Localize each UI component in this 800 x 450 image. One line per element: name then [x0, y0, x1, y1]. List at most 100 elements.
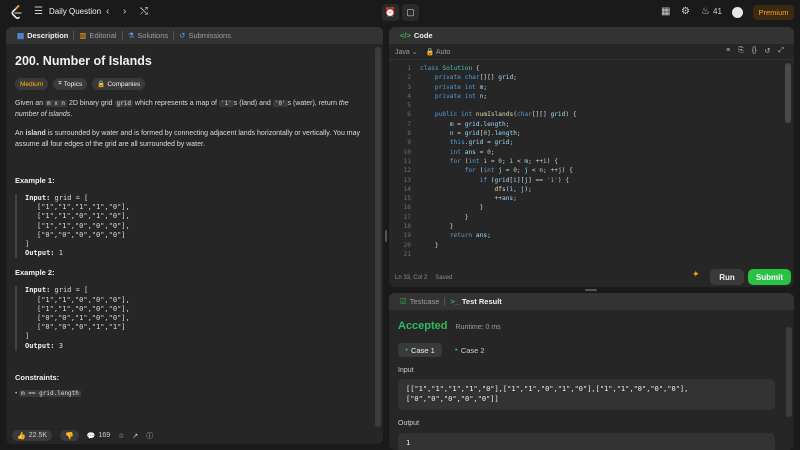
- vertical-resize-handle[interactable]: [585, 289, 597, 291]
- example-1-title: Example 1:: [15, 176, 55, 185]
- output-label: Output: [398, 420, 420, 427]
- tab-test-result[interactable]: >_ Test Result: [445, 293, 506, 310]
- code-line: 11 for (int i = 0; i < m; ++i) {: [403, 157, 558, 165]
- problem-chips: Medium ⌗ Topics 🔒 Companies: [15, 78, 374, 90]
- checkbox-icon: ☑: [400, 297, 407, 306]
- input-label: Input: [398, 367, 414, 374]
- tab-description[interactable]: ▤ Description: [12, 27, 73, 44]
- premium-button[interactable]: Premium: [753, 5, 794, 20]
- code-line: 12 for (int j = 0; j < n; ++j) {: [403, 167, 573, 175]
- companies-chip[interactable]: 🔒 Companies: [92, 78, 146, 90]
- language-select[interactable]: Java ⌄: [395, 48, 418, 56]
- bookmark-icon[interactable]: ⎘: [738, 47, 744, 55]
- code-line: 20 }: [403, 241, 439, 249]
- editor-actions: ≡ ⎘ {} ↺ ⤢: [726, 47, 784, 55]
- terminal-icon: >_: [450, 297, 459, 306]
- inline-code: '0': [272, 100, 288, 107]
- inline-code: grid: [114, 100, 133, 107]
- code-panel: </> Code Java ⌄ 🔒 Auto ≡ ⎘ {} ↺ ⤢ 1 class…: [389, 27, 794, 287]
- code-brackets-icon: </>: [400, 31, 411, 40]
- chevron-down-icon: ⌄: [411, 48, 418, 56]
- book-icon: ▥: [79, 31, 87, 40]
- tag-icon: ⌗: [58, 80, 62, 87]
- problem-statement: Given an m x n 2D binary grid grid which…: [15, 100, 349, 118]
- timer-button[interactable]: ⏰: [382, 4, 399, 21]
- auto-mode[interactable]: 🔒 Auto: [426, 48, 451, 56]
- problem-list-icon[interactable]: ☰: [34, 6, 43, 18]
- code-line: 9 this.grid = grid;: [407, 139, 514, 147]
- tab-testcase[interactable]: ☑ Testcase: [395, 293, 444, 310]
- description-panel: ▤ Description ▥ Editorial ⚗ Solutions ↺ …: [6, 27, 383, 444]
- status-dot-icon: ●: [454, 347, 458, 353]
- tab-editorial[interactable]: ▥ Editorial: [74, 27, 121, 44]
- like-button[interactable]: 👍 22.5K: [12, 430, 53, 441]
- problem-description: 200. Number of Islands Medium ⌗ Topics 🔒…: [6, 44, 383, 405]
- help-icon[interactable]: ⓘ: [146, 431, 153, 441]
- verdict: Accepted: [398, 320, 448, 332]
- streak-fire-icon[interactable]: ♨: [701, 6, 710, 18]
- tab-submissions[interactable]: ↺ Submissions: [174, 27, 236, 44]
- code-scrollbar[interactable]: [785, 63, 791, 123]
- dislike-button[interactable]: 👎: [60, 430, 79, 441]
- code-line: 17 }: [403, 213, 469, 221]
- document-icon: ▤: [17, 31, 25, 40]
- star-icon[interactable]: ☆: [118, 432, 124, 440]
- code-line: 1 class Solution {: [407, 65, 480, 72]
- gear-icon[interactable]: ⚙: [681, 6, 690, 18]
- tab-solutions[interactable]: ⚗ Solutions: [123, 27, 174, 44]
- lock-icon: 🔒: [97, 81, 106, 88]
- result-summary: Accepted Runtime: 0 ms: [398, 320, 501, 332]
- code-line: 16 }: [403, 204, 484, 212]
- description-scrollbar[interactable]: [375, 47, 381, 427]
- code-line: 14 dfs(i, j);: [403, 185, 532, 193]
- braces-icon[interactable]: {}: [752, 47, 757, 55]
- problem-list-title[interactable]: Daily Question: [49, 7, 101, 16]
- comment-icon: 💬: [86, 432, 96, 440]
- constraints-title: Constraints:: [15, 372, 60, 382]
- example-2-block: Input: grid = [ ["1","1","0","0","0"], […: [15, 286, 374, 351]
- code-line: 13 if (grid[i][j] == '1') {: [403, 176, 570, 184]
- description-footer: 👍 22.5K 👎 💬 169 ☆ ↗ ⓘ: [6, 427, 383, 444]
- code-line: 3 private int m;: [407, 83, 488, 91]
- code-toolbar: Java ⌄ 🔒 Auto ≡ ⎘ {} ↺ ⤢: [389, 44, 794, 60]
- thumbs-up-icon: 👍: [17, 432, 26, 440]
- assistant-icon[interactable]: ✦: [692, 269, 700, 280]
- layout-grid-icon[interactable]: ▦: [661, 6, 670, 18]
- case-1-tab[interactable]: ● Case 1: [398, 343, 442, 357]
- chevron-right-icon[interactable]: ›: [123, 6, 126, 18]
- chevron-left-icon[interactable]: ‹: [106, 6, 109, 18]
- submit-button[interactable]: Submit: [748, 269, 791, 285]
- expand-icon[interactable]: ⤢: [778, 47, 784, 55]
- reset-icon[interactable]: ↺: [765, 47, 771, 55]
- history-icon: ↺: [179, 31, 186, 40]
- code-line: 18 }: [403, 223, 454, 231]
- code-line: 6 public int numIslands(char[][] grid) {: [407, 111, 577, 119]
- thumbs-down-icon: 👎: [65, 432, 74, 440]
- shuffle-icon[interactable]: ⤭: [140, 6, 148, 18]
- share-icon[interactable]: ↗: [132, 432, 138, 440]
- avatar[interactable]: [732, 7, 743, 18]
- code-editor[interactable]: 1 class Solution { 2 private char[][] gri…: [389, 60, 794, 259]
- lock-icon: 🔒: [425, 48, 435, 56]
- menu-icon[interactable]: ≡: [726, 47, 730, 55]
- editor-status: Ln 33, Col 2 Saved: [395, 275, 453, 281]
- example-2-title: Example 2:: [15, 268, 55, 278]
- notes-button[interactable]: ▢: [402, 4, 419, 21]
- constraint-item: • m == grid.length: [15, 389, 81, 397]
- status-dot-icon: ●: [405, 347, 409, 353]
- tab-code[interactable]: </> Code: [395, 27, 438, 44]
- run-button[interactable]: Run: [710, 269, 744, 285]
- alarm-clock-icon: ⏰: [384, 7, 397, 17]
- case-2-tab[interactable]: ● Case 2: [448, 343, 492, 357]
- difficulty-badge[interactable]: Medium: [15, 78, 49, 90]
- leetcode-logo-icon[interactable]: [10, 5, 24, 20]
- result-tabs: ☑ Testcase >_ Test Result: [389, 293, 794, 310]
- code-line: 4 private int n;: [407, 92, 488, 100]
- flask-icon: ⚗: [127, 31, 135, 40]
- result-scrollbar[interactable]: [786, 327, 792, 417]
- code-line: 10 int ans = 0;: [403, 148, 495, 156]
- topics-chip[interactable]: ⌗ Topics: [53, 78, 88, 90]
- comments-button[interactable]: 💬 169: [87, 432, 110, 440]
- code-header: </> Code: [389, 27, 794, 44]
- horizontal-resize-handle[interactable]: [385, 230, 387, 242]
